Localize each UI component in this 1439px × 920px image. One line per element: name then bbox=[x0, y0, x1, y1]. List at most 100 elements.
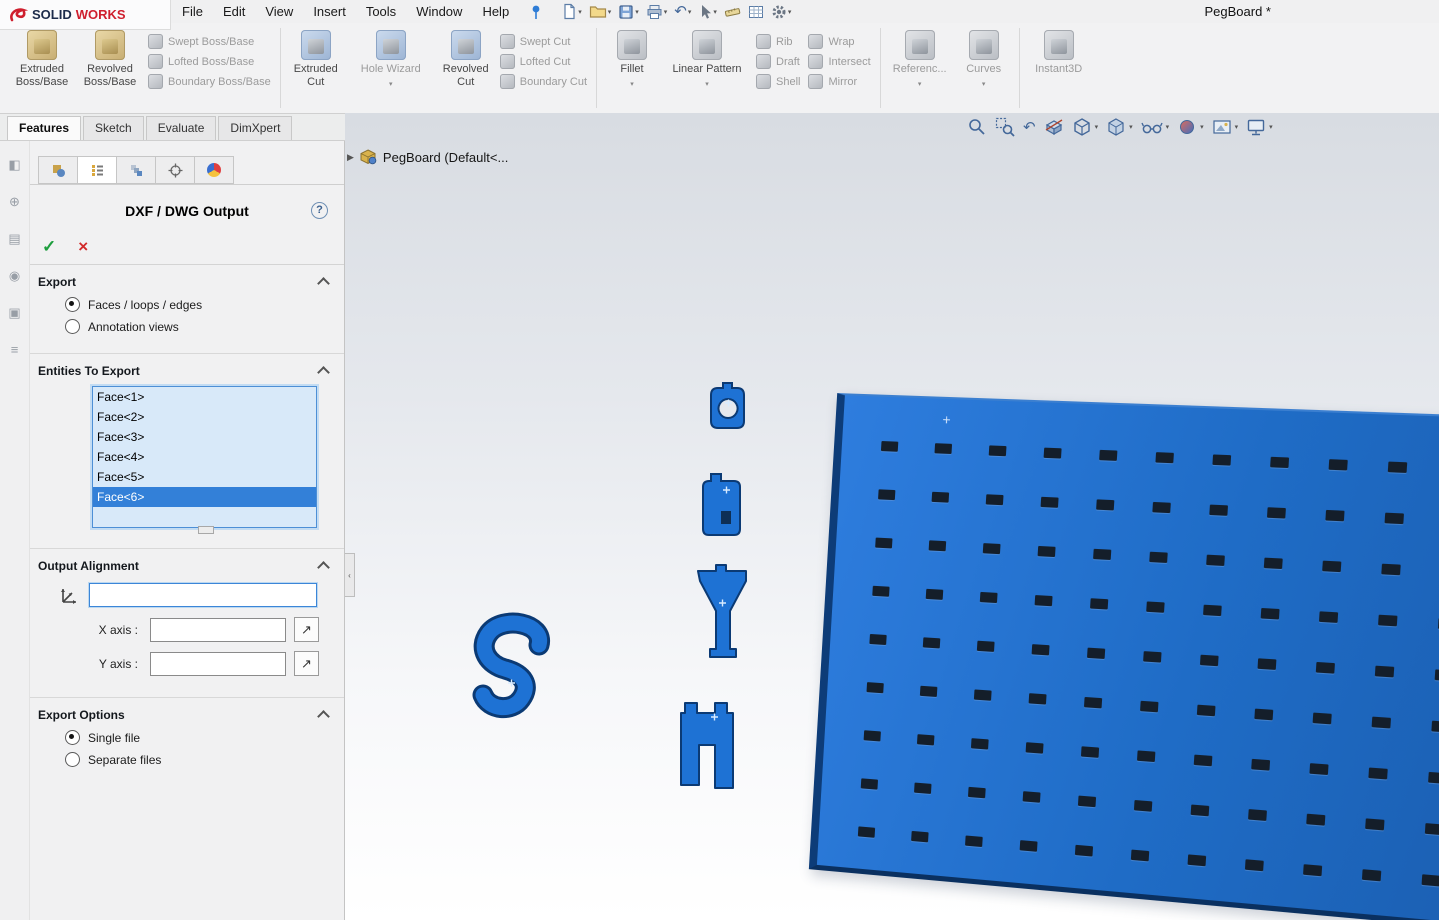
entities-section-header[interactable]: Entities To Export bbox=[38, 364, 336, 379]
y-axis-input[interactable] bbox=[150, 651, 286, 676]
tab-evaluate[interactable]: Evaluate bbox=[145, 116, 217, 140]
draft-button[interactable]: Draft bbox=[756, 54, 800, 69]
chevron-down-icon[interactable]: ▾ bbox=[688, 8, 692, 16]
extruded-boss-base-button[interactable]: Extruded Boss/Base bbox=[8, 26, 76, 110]
menu-help[interactable]: Help bbox=[472, 1, 519, 22]
collapse-chevron-icon[interactable] bbox=[317, 366, 330, 379]
boundary-boss-base-button[interactable]: Boundary Boss/Base bbox=[148, 74, 271, 89]
radio-separate-files[interactable] bbox=[65, 752, 80, 767]
x-axis-flip-button[interactable]: ↗ bbox=[294, 617, 319, 642]
tab-sketch[interactable]: Sketch bbox=[83, 116, 144, 140]
pin-menu-icon[interactable] bbox=[529, 4, 543, 20]
options-button[interactable]: ▾ bbox=[769, 3, 794, 21]
list-item[interactable]: Face<1> bbox=[93, 387, 316, 407]
sheet-button[interactable] bbox=[746, 4, 766, 20]
side-tool-icon-1[interactable]: ◧ bbox=[8, 157, 20, 173]
ok-button[interactable]: ✓ bbox=[42, 238, 56, 255]
menu-file[interactable]: File bbox=[172, 1, 213, 22]
open-button[interactable]: ▾ bbox=[587, 3, 614, 20]
cancel-button[interactable]: × bbox=[78, 238, 88, 255]
chevron-down-icon[interactable]: ▾ bbox=[578, 8, 582, 16]
chevron-down-icon[interactable]: ▾ bbox=[664, 8, 668, 16]
radio-faces-loops-edges[interactable] bbox=[65, 297, 80, 312]
chevron-down-icon[interactable]: ▾ bbox=[982, 80, 986, 88]
revolved-boss-base-button[interactable]: Revolved Boss/Base bbox=[76, 26, 144, 110]
list-item[interactable]: Face<2> bbox=[93, 407, 316, 427]
curves-button[interactable]: Curves ▾ bbox=[954, 26, 1014, 110]
lofted-cut-button[interactable]: Lofted Cut bbox=[499, 54, 587, 69]
pegboard-clip-part[interactable] bbox=[710, 382, 745, 429]
help-icon[interactable]: ? bbox=[311, 202, 328, 219]
menu-tools[interactable]: Tools bbox=[356, 1, 406, 22]
collapse-chevron-icon[interactable] bbox=[317, 710, 330, 723]
collapse-chevron-icon[interactable] bbox=[317, 561, 330, 574]
chevron-down-icon[interactable]: ▾ bbox=[630, 80, 634, 88]
radio-single-file[interactable] bbox=[65, 730, 80, 745]
extruded-cut-button[interactable]: Extruded Cut bbox=[286, 26, 346, 110]
dimxpertmanager-tab[interactable] bbox=[155, 156, 195, 184]
list-item[interactable]: Face<4> bbox=[93, 447, 316, 467]
boundary-cut-button[interactable]: Boundary Cut bbox=[499, 74, 587, 89]
measure-button[interactable] bbox=[722, 4, 743, 20]
print-button[interactable]: ▾ bbox=[644, 3, 670, 21]
mirror-button[interactable]: Mirror bbox=[808, 74, 870, 89]
chevron-down-icon[interactable]: ▾ bbox=[389, 80, 393, 88]
list-item[interactable]: Face<6> bbox=[93, 487, 316, 507]
y-axis-flip-button[interactable]: ↗ bbox=[294, 651, 319, 676]
save-button[interactable]: ▾ bbox=[616, 3, 641, 21]
chevron-down-icon[interactable]: ▾ bbox=[788, 8, 792, 16]
list-item[interactable]: Face<3> bbox=[93, 427, 316, 447]
fillet-button[interactable]: Fillet ▾ bbox=[602, 26, 662, 110]
coordinate-system-input[interactable] bbox=[89, 583, 317, 607]
radio-annotation-views[interactable] bbox=[65, 319, 80, 334]
export-section-header[interactable]: Export bbox=[38, 275, 336, 290]
pegboard-u-bracket-part[interactable] bbox=[680, 702, 734, 789]
collapse-chevron-icon[interactable] bbox=[317, 277, 330, 290]
lofted-boss-base-button[interactable]: Lofted Boss/Base bbox=[148, 54, 271, 69]
tab-dimxpert[interactable]: DimXpert bbox=[218, 116, 293, 140]
chevron-down-icon[interactable]: ▾ bbox=[705, 80, 709, 88]
graphics-area[interactable]: ↶ ▾ ▾ ▾ ▾ ▾ ▾ ▶ PegBoard (Default<... + … bbox=[345, 113, 1439, 920]
shell-button[interactable]: Shell bbox=[756, 74, 800, 89]
propertymanager-tab[interactable] bbox=[77, 156, 117, 184]
pegboard-y-hook-part[interactable] bbox=[697, 564, 747, 658]
separate-files-option[interactable]: Separate files bbox=[65, 752, 336, 767]
export-options-header[interactable]: Export Options bbox=[38, 708, 336, 723]
tab-features[interactable]: Features bbox=[7, 116, 82, 140]
menu-view[interactable]: View bbox=[255, 1, 303, 22]
pegboard-part[interactable]: + bbox=[808, 393, 1439, 920]
hole-wizard-button[interactable]: Hole Wizard ▾ bbox=[346, 26, 436, 110]
linear-pattern-button[interactable]: Linear Pattern ▾ bbox=[662, 26, 752, 110]
rib-button[interactable]: Rib bbox=[756, 34, 800, 49]
configurationmanager-tab[interactable] bbox=[116, 156, 156, 184]
side-tool-icon-5[interactable]: ▣ bbox=[8, 305, 20, 321]
displaymanager-tab[interactable] bbox=[194, 156, 234, 184]
single-file-option[interactable]: Single file bbox=[65, 730, 336, 745]
side-tool-icon-3[interactable]: ▤ bbox=[8, 231, 20, 247]
chevron-down-icon[interactable]: ▾ bbox=[635, 8, 639, 16]
featuremanager-tree-tab[interactable] bbox=[38, 156, 78, 184]
side-tool-icon-6[interactable]: ≡ bbox=[11, 342, 19, 357]
panel-flyout-handle[interactable]: ‹ bbox=[345, 553, 355, 597]
wrap-button[interactable]: Wrap bbox=[808, 34, 870, 49]
menu-window[interactable]: Window bbox=[406, 1, 472, 22]
chevron-down-icon[interactable]: ▾ bbox=[713, 8, 717, 16]
new-document-button[interactable]: ▾ bbox=[559, 2, 584, 21]
select-button[interactable]: ▾ bbox=[696, 3, 719, 21]
alignment-section-header[interactable]: Output Alignment bbox=[38, 559, 336, 574]
menu-edit[interactable]: Edit bbox=[213, 1, 255, 22]
chevron-down-icon[interactable]: ▾ bbox=[608, 8, 612, 16]
swept-boss-base-button[interactable]: Swept Boss/Base bbox=[148, 34, 271, 49]
side-tool-icon-4[interactable]: ◉ bbox=[9, 268, 20, 284]
x-axis-input[interactable] bbox=[150, 617, 286, 642]
revolved-cut-button[interactable]: Revolved Cut bbox=[436, 26, 496, 110]
entities-listbox[interactable]: Face<1> Face<2> Face<3> Face<4> Face<5> … bbox=[92, 386, 317, 534]
list-item[interactable]: Face<5> bbox=[93, 467, 316, 487]
instant3d-button[interactable]: Instant3D bbox=[1025, 26, 1093, 110]
listbox-resize-grip[interactable] bbox=[197, 526, 214, 534]
reference-geometry-button[interactable]: Referenc... ▾ bbox=[886, 26, 954, 110]
swept-cut-button[interactable]: Swept Cut bbox=[499, 34, 587, 49]
chevron-down-icon[interactable]: ▾ bbox=[918, 80, 922, 88]
menu-insert[interactable]: Insert bbox=[303, 1, 356, 22]
undo-button[interactable]: ↶ ▾ bbox=[672, 3, 693, 20]
